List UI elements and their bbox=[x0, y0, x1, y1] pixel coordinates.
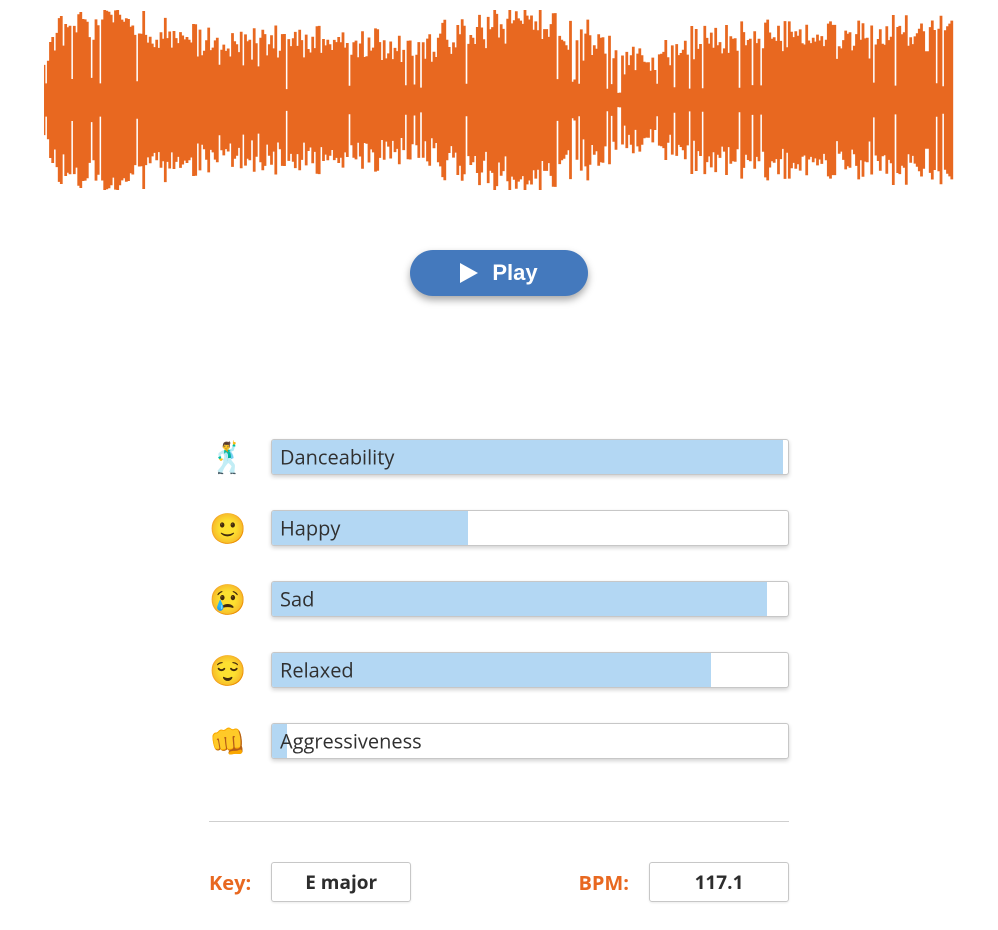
key-value: E major bbox=[271, 862, 411, 902]
audio-waveform[interactable] bbox=[44, 10, 954, 190]
metric-bar: Sad bbox=[271, 581, 789, 617]
metric-emoji: 👊 bbox=[209, 720, 245, 761]
play-label: Play bbox=[492, 260, 537, 286]
metric-row: 🕺 Danceability bbox=[209, 436, 789, 477]
play-button[interactable]: Play bbox=[410, 250, 587, 296]
metric-label: Aggressiveness bbox=[280, 727, 422, 754]
metric-emoji: 🕺 bbox=[209, 436, 245, 477]
metric-emoji: 🙂 bbox=[209, 507, 245, 548]
bpm-value: 117.1 bbox=[649, 862, 789, 902]
metric-row: 😌 Relaxed bbox=[209, 649, 789, 690]
info-row: Key: E major BPM: 117.1 bbox=[209, 862, 789, 902]
metrics-list: 🕺 Danceability 🙂 Happy 😢 Sad 😌 Relaxed 👊 Aggressi… bbox=[209, 436, 789, 761]
metric-label: Relaxed bbox=[280, 656, 354, 683]
key-label: Key: bbox=[209, 869, 251, 896]
metric-label: Danceability bbox=[280, 443, 394, 470]
metric-emoji: 😌 bbox=[209, 649, 245, 690]
divider bbox=[209, 821, 789, 822]
metric-bar: Happy bbox=[271, 510, 789, 546]
metric-emoji: 😢 bbox=[209, 578, 245, 619]
metric-row: 😢 Sad bbox=[209, 578, 789, 619]
bpm-label: BPM: bbox=[578, 869, 629, 896]
metric-label: Sad bbox=[280, 585, 314, 612]
metric-row: 👊 Aggressiveness bbox=[209, 720, 789, 761]
metric-row: 🙂 Happy bbox=[209, 507, 789, 548]
metric-bar: Relaxed bbox=[271, 652, 789, 688]
metric-bar: Aggressiveness bbox=[271, 723, 789, 759]
play-icon bbox=[460, 263, 478, 283]
metric-label: Happy bbox=[280, 514, 340, 541]
metric-bar: Danceability bbox=[271, 439, 789, 475]
